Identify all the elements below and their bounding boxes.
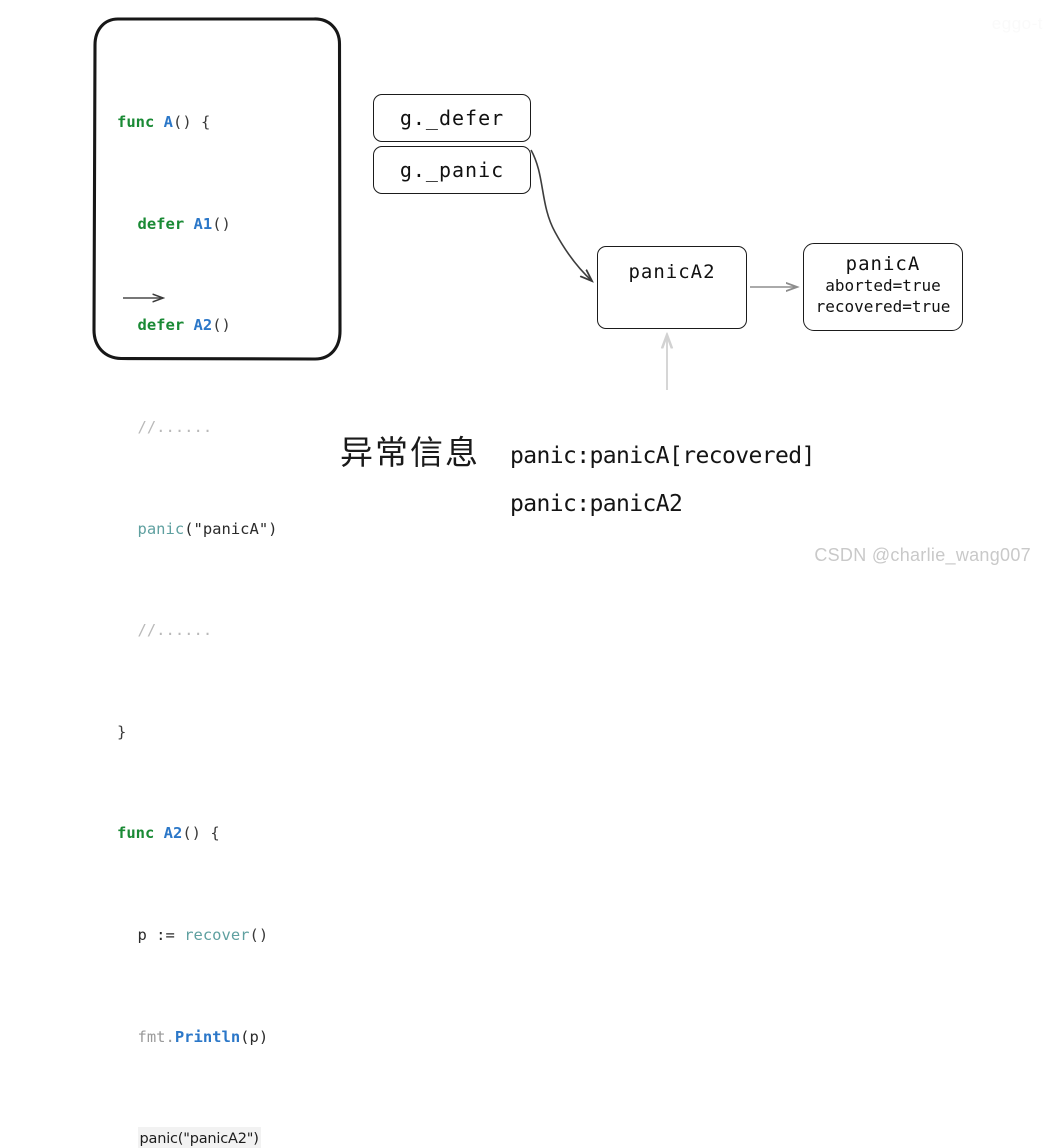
brace-open: { [210, 824, 220, 843]
parens: () [212, 214, 231, 233]
node-panicA-attr-recovered: recovered=true [815, 297, 951, 316]
assign-p: p := [137, 926, 185, 945]
comment: //...... [137, 621, 213, 640]
code-line-1: func A() { [117, 110, 327, 135]
node-g-defer: g._defer [373, 94, 531, 142]
func-println: Println [174, 1027, 241, 1046]
code-line-6: //...... [117, 618, 327, 643]
node-panicA-label: panicA [845, 253, 921, 275]
arrow-gpanic-to-panicA2 [530, 149, 592, 281]
builtin-panic: panic [137, 519, 185, 538]
parens: () [212, 316, 231, 335]
identifier-A: A [163, 113, 174, 132]
parens: () [182, 824, 202, 843]
node-panicA-attr-aborted: aborted=true [825, 276, 941, 295]
code-line-10: fmt.Println(p) [117, 1025, 327, 1050]
keyword-func: func [117, 113, 155, 132]
code-line-11: panic("panicA2") [117, 1126, 327, 1148]
caption-chinese-label: 异常信息 [340, 433, 480, 472]
node-g-panic: g._panic [373, 146, 531, 194]
parens: () [249, 926, 269, 945]
keyword-func: func [117, 824, 155, 843]
brace-close: } [117, 722, 127, 741]
code-line-8: func A2() { [117, 821, 327, 846]
keyword-defer: defer [137, 214, 185, 233]
builtin-recover: recover [184, 926, 250, 945]
caption-messages: panic:panicA[recovered] panic:panicA2 [510, 432, 815, 528]
identifier-A2: A2 [193, 316, 213, 335]
code-line-4: //...... [117, 415, 327, 440]
watermark-csdn: CSDN @charlie_wang007 [814, 545, 1031, 565]
node-g-panic-label: g._panic [399, 158, 505, 182]
code-line-7: } [117, 720, 327, 745]
node-panicA: panicA aborted=true recovered=true [803, 243, 963, 331]
code-line-2: defer A1() [117, 212, 327, 237]
highlighted-panic-line: panic("panicA2") [137, 1127, 261, 1148]
code-line-3: defer A2() [117, 313, 327, 338]
code-lines: func A() { defer A1() defer A2() //.....… [117, 34, 327, 1148]
comment: //...... [137, 418, 213, 437]
identifier-A1: A1 [193, 214, 213, 233]
package-fmt: fmt. [137, 1027, 175, 1046]
code-block: func A() { defer A1() defer A2() //.....… [95, 18, 340, 1148]
brace-open: { [201, 113, 211, 132]
code-line-9: p := recover() [117, 923, 327, 948]
node-g-defer-label: g._defer [399, 106, 505, 130]
println-arg: (p) [240, 1027, 269, 1046]
watermark-top: eggo-t [991, 14, 1043, 33]
node-panicA2: panicA2 [597, 246, 747, 329]
panic-message-1: panic:panicA[recovered] [510, 443, 815, 469]
keyword-defer: defer [137, 316, 185, 335]
parens: () [173, 113, 192, 132]
code-line-5: panic("panicA") [117, 517, 327, 542]
node-panicA2-label: panicA2 [628, 261, 716, 283]
panic-arg-panicA: ("panicA") [184, 519, 278, 538]
panic-message-2: panic:panicA2 [510, 491, 683, 517]
caption: 异常信息 panic:panicA[recovered] panic:panic… [340, 430, 900, 528]
identifier-A2: A2 [163, 824, 183, 843]
